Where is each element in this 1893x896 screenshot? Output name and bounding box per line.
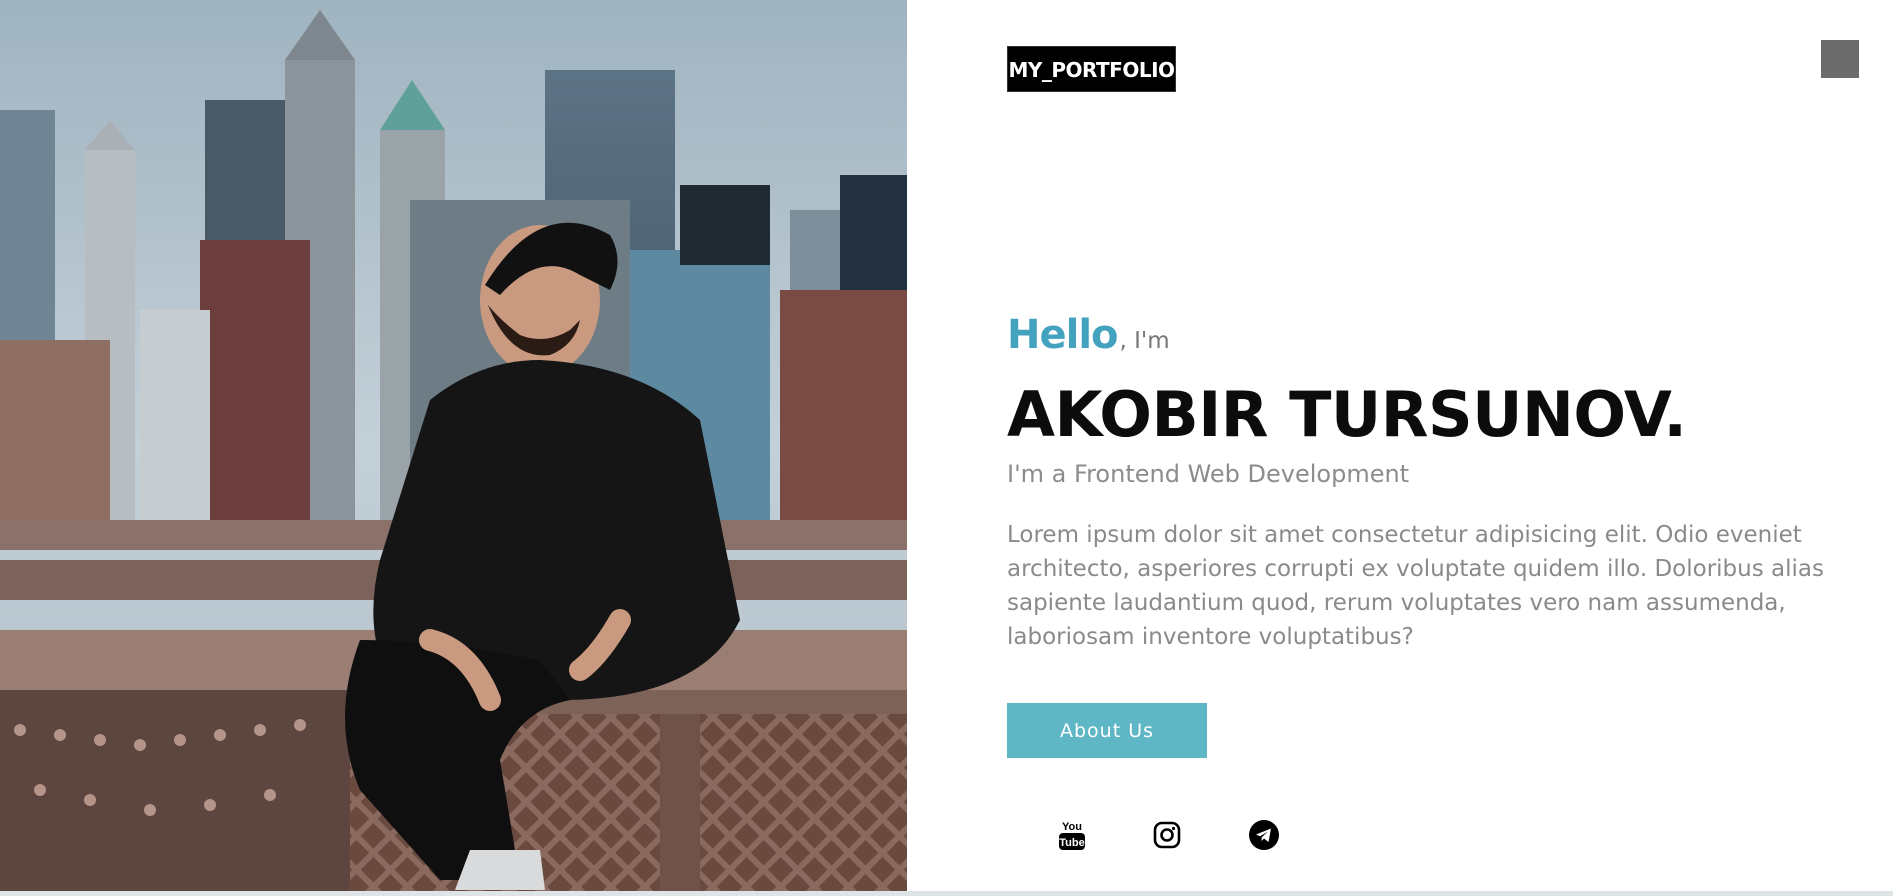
bio-text: Lorem ipsum dolor sit amet consectetur a… xyxy=(1007,522,1824,650)
bottom-divider xyxy=(0,891,1893,896)
portrait-photo xyxy=(0,0,907,891)
instagram-icon[interactable] xyxy=(1151,819,1183,851)
im-text: , I'm xyxy=(1119,328,1170,354)
hello-word: Hello xyxy=(1007,312,1119,358)
hero-photo xyxy=(0,0,907,891)
role-text: I'm a Frontend Web Development xyxy=(1007,460,1410,488)
youtube-you-text: You xyxy=(1062,821,1082,833)
youtube-icon[interactable]: You Tube xyxy=(1056,819,1088,851)
youtube-tube-text: Tube xyxy=(1059,837,1084,849)
about-us-button[interactable]: About Us xyxy=(1007,703,1207,758)
greeting: Hello, I'm xyxy=(1007,312,1170,358)
name-heading: AKOBIR TURSUNOV. xyxy=(1007,378,1687,451)
site-logo[interactable]: MY_PORTFOLIO xyxy=(1007,46,1176,92)
telegram-icon[interactable] xyxy=(1248,819,1280,851)
menu-toggle-icon[interactable] xyxy=(1821,40,1859,78)
